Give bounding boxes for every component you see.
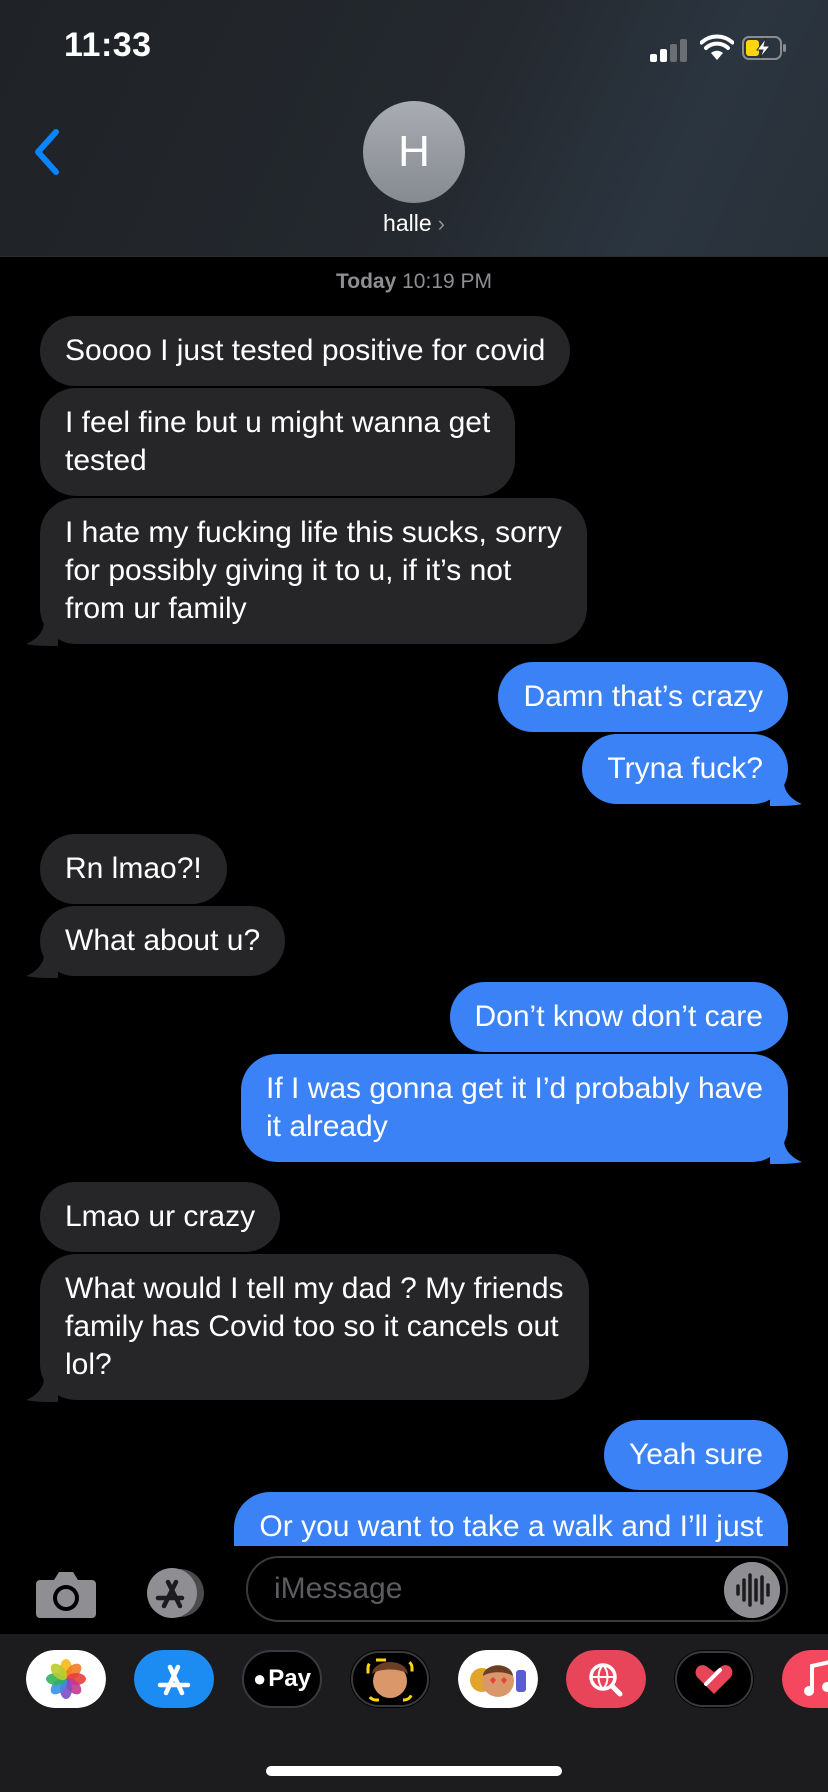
- chevron-right-icon: ›: [437, 211, 445, 236]
- home-indicator[interactable]: [266, 1766, 562, 1776]
- bubble-tail-outgoing: [770, 782, 802, 806]
- avatar-initial: H: [398, 127, 430, 176]
- apple-pay-icon[interactable]: ● Pay: [242, 1650, 322, 1708]
- message-bubble-incoming[interactable]: Lmao ur crazy: [40, 1182, 281, 1252]
- bubble-tail-outgoing: [770, 1140, 802, 1164]
- message-bubble-incoming[interactable]: I feel fine but u might wanna get tested: [40, 388, 516, 496]
- message-bubble-outgoing[interactable]: Don’t know don’t care: [449, 982, 788, 1052]
- imessage-placeholder: iMessage: [274, 1572, 403, 1605]
- timestamp-day: Today: [335, 270, 397, 293]
- app-store-icon[interactable]: [134, 1650, 214, 1708]
- digital-touch-icon[interactable]: [674, 1650, 754, 1708]
- imessage-app-drawer: ● Pay: [0, 1634, 828, 1792]
- message-bubble-incoming[interactable]: Soooo I just tested positive for covid: [40, 316, 571, 386]
- animoji-icon[interactable]: [458, 1650, 538, 1708]
- message-bubble-incoming[interactable]: What about u?: [40, 906, 286, 976]
- message-bubble-outgoing[interactable]: Damn that’s crazy: [498, 662, 788, 732]
- memoji-stickers-icon[interactable]: [350, 1650, 430, 1708]
- status-time: 11:33: [64, 26, 152, 64]
- cellular-signal-icon: [650, 38, 692, 62]
- message-bubble-incoming[interactable]: What would I tell my dad ? My friends fa…: [40, 1254, 589, 1400]
- photos-icon[interactable]: [26, 1650, 106, 1708]
- contact-avatar[interactable]: H: [363, 101, 465, 203]
- message-transcript[interactable]: Today 10:19 PM Soooo I just tested posit…: [0, 256, 828, 1546]
- message-bubble-outgoing[interactable]: Tryna fuck?: [582, 734, 788, 804]
- bubble-tail-incoming: [26, 1378, 58, 1402]
- contact-name: halle: [383, 210, 432, 236]
- timestamp-time: 10:19 PM: [402, 270, 493, 293]
- message-bubble-outgoing[interactable]: If I was gonna get it I’d probably have …: [241, 1054, 788, 1162]
- web-search-icon[interactable]: [566, 1650, 646, 1708]
- apple-logo-icon: ●: [253, 1666, 267, 1691]
- conversation-timestamp: Today 10:19 PM: [0, 270, 828, 294]
- imessage-input[interactable]: iMessage: [246, 1556, 788, 1622]
- message-bubble-outgoing[interactable]: Or you want to take a walk and I’ll just: [234, 1492, 788, 1546]
- message-bubble-incoming[interactable]: I hate my fucking life this sucks, sorry…: [40, 498, 587, 644]
- music-icon[interactable]: [782, 1650, 828, 1708]
- wifi-icon: [700, 34, 734, 60]
- back-chevron-icon[interactable]: [28, 124, 68, 180]
- compose-bar: iMessage: [0, 1546, 828, 1634]
- battery-charging-icon: [742, 36, 786, 60]
- bubble-tail-incoming: [26, 622, 58, 646]
- contact-name-button[interactable]: halle ›: [0, 210, 828, 237]
- app-store-drawer-icon[interactable]: [140, 1566, 212, 1620]
- apple-pay-label: Pay: [268, 1665, 311, 1692]
- messages-screen: 11:33 H halle › Today 10:19 PM Soooo I j…: [0, 0, 828, 1792]
- message-bubble-incoming[interactable]: Rn lmao?!: [40, 834, 227, 904]
- bubble-tail-incoming: [26, 954, 58, 978]
- message-bubble-outgoing[interactable]: Yeah sure: [603, 1420, 788, 1490]
- audio-message-icon[interactable]: [724, 1562, 780, 1618]
- camera-icon[interactable]: [34, 1568, 98, 1620]
- conversation-header: 11:33 H halle ›: [0, 0, 828, 257]
